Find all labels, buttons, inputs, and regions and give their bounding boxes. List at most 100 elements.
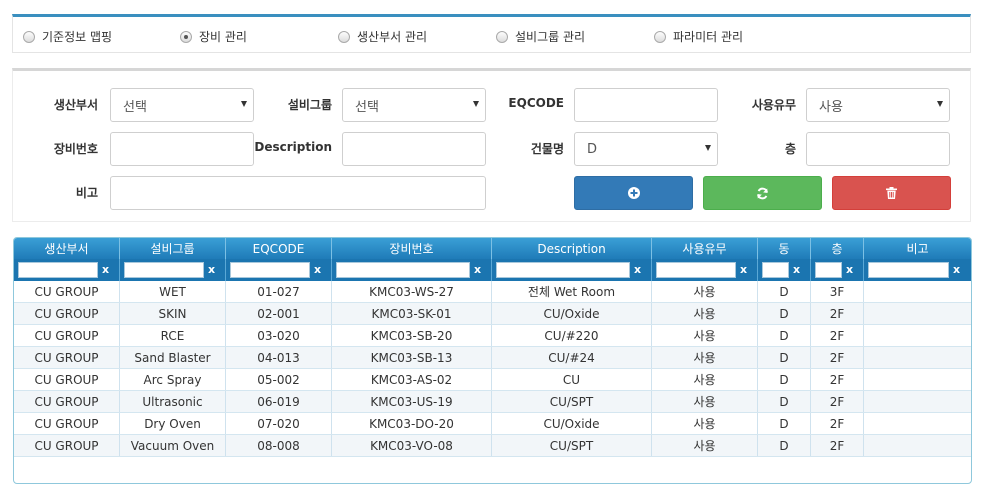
radio-equipment[interactable]: 장비 관리 [180,28,247,45]
filter-input[interactable] [815,262,842,278]
filter-input[interactable] [124,262,204,278]
cell-description: CU/SPT [492,435,652,456]
group-select-value: 선택 [355,99,379,115]
column-header[interactable]: 동 [758,238,811,259]
cell-remark [864,391,971,412]
radio-parameter[interactable]: 파라미터 관리 [654,28,743,45]
chevron-down-icon [937,101,943,107]
cell-description: CU [492,369,652,390]
delete-button[interactable] [832,176,951,210]
column-header[interactable]: 층 [811,238,864,259]
column-header[interactable]: 장비번호 [332,238,492,259]
radio-circle-icon[interactable] [23,30,35,43]
radio-label: 파라미터 관리 [673,30,744,44]
cell-use: 사용 [652,347,758,368]
cell-eqcode: 03-020 [226,325,332,346]
clear-filter-icon[interactable]: x [474,263,481,276]
cell-equip-no: KMC03-SB-13 [332,347,492,368]
column-header[interactable]: 생산부서 [14,238,120,259]
filter-cell: x [652,259,758,281]
cell-equip-no: KMC03-SK-01 [332,303,492,324]
use-label: 사용유무 [751,98,796,112]
floor-label: 층 [784,142,796,156]
table-row[interactable]: CU GROUP Sand Blaster 04-013 KMC03-SB-13 CU/… [14,347,971,369]
cell-description: CU/Oxide [492,303,652,324]
clear-filter-icon[interactable]: x [314,263,321,276]
filter-input[interactable] [868,262,949,278]
filter-input[interactable] [18,262,98,278]
grid-filter-row: x x x x x x x x x [14,259,971,281]
filter-input[interactable] [230,262,310,278]
clear-filter-icon[interactable]: x [793,263,800,276]
filter-cell: x [332,259,492,281]
column-header[interactable]: 설비그룹 [120,238,226,259]
clear-filter-icon[interactable]: x [208,263,215,276]
cell-eqcode: 04-013 [226,347,332,368]
column-header[interactable]: 사용유무 [652,238,758,259]
filter-input[interactable] [656,262,736,278]
column-header[interactable]: EQCODE [226,238,332,259]
equip-no-label: 장비번호 [53,142,98,156]
radio-circle-icon[interactable] [496,30,508,43]
cell-eqcode: 07-020 [226,413,332,434]
radio-group[interactable]: 설비그룹 관리 [496,28,585,45]
column-header[interactable]: 비고 [864,238,971,259]
cell-group: WET [120,281,226,302]
floor-input[interactable] [806,132,950,166]
cell-eqcode: 05-002 [226,369,332,390]
dept-select[interactable]: 선택 [110,88,254,122]
cell-group: Dry Oven [120,413,226,434]
cell-floor: 2F [811,435,864,456]
table-row[interactable]: CU GROUP Vacuum Oven 08-008 KMC03-VO-08 CU/S… [14,435,971,457]
radio-mapping[interactable]: 기준정보 맵핑 [23,28,112,45]
building-select[interactable]: D [574,132,718,166]
description-input[interactable] [342,132,486,166]
cell-remark [864,325,971,346]
chevron-down-icon [705,145,711,151]
table-row[interactable]: CU GROUP Dry Oven 07-020 KMC03-DO-20 CU/Oxid… [14,413,971,435]
cell-remark [864,369,971,390]
search-form: 생산부서 선택 설비그룹 선택 EQCODE 사용유무 사용 장비번호 Desc… [12,68,971,222]
clear-filter-icon[interactable]: x [634,263,641,276]
radio-checked-icon[interactable] [180,30,192,43]
clear-filter-icon[interactable]: x [846,263,853,276]
cell-group: Vacuum Oven [120,435,226,456]
add-button[interactable] [574,176,693,210]
dept-select-value: 선택 [123,99,147,115]
clear-filter-icon[interactable]: x [102,263,109,276]
cell-building: D [758,347,811,368]
clear-filter-icon[interactable]: x [740,263,747,276]
clear-filter-icon[interactable]: x [953,263,960,276]
filter-input[interactable] [336,262,470,278]
table-row[interactable]: CU GROUP WET 01-027 KMC03-WS-27 전체 Wet Room 사… [14,281,971,303]
trash-icon [886,187,897,199]
eqcode-input[interactable] [574,88,718,122]
filter-input[interactable] [496,262,630,278]
column-header[interactable]: Description [492,238,652,259]
cell-equip-no: KMC03-US-19 [332,391,492,412]
filter-cell: x [864,259,971,281]
table-row[interactable]: CU GROUP Arc Spray 05-002 KMC03-AS-02 CU 사용 D 2… [14,369,971,391]
cell-group: Arc Spray [120,369,226,390]
cell-building: D [758,325,811,346]
filter-input[interactable] [762,262,789,278]
table-row[interactable]: CU GROUP RCE 03-020 KMC03-SB-20 CU/#220 사용 D 2F [14,325,971,347]
table-row[interactable]: CU GROUP Ultrasonic 06-019 KMC03-US-19 CU/SP… [14,391,971,413]
equip-no-input[interactable] [110,132,254,166]
radio-department[interactable]: 생산부서 관리 [338,28,427,45]
cell-department: CU GROUP [14,435,120,456]
group-select[interactable]: 선택 [342,88,486,122]
eqcode-label: EQCODE [508,96,564,110]
group-label: 설비그룹 [287,98,332,112]
cell-description: 전체 Wet Room [492,281,652,302]
remark-input[interactable] [110,176,486,210]
refresh-button[interactable] [703,176,822,210]
radio-circle-icon[interactable] [338,30,350,43]
cell-department: CU GROUP [14,391,120,412]
filter-cell: x [811,259,864,281]
use-select[interactable]: 사용 [806,88,950,122]
table-row[interactable]: CU GROUP SKIN 02-001 KMC03-SK-01 CU/Oxide 사용 D… [14,303,971,325]
cell-building: D [758,369,811,390]
cell-department: CU GROUP [14,325,120,346]
radio-circle-icon[interactable] [654,30,666,43]
